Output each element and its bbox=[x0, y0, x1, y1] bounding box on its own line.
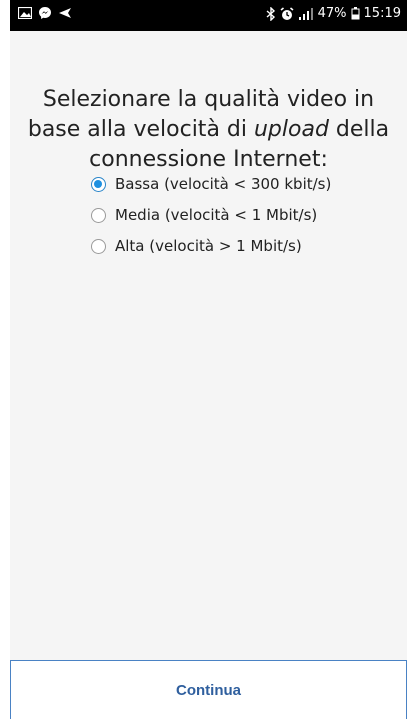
radio-button-low[interactable] bbox=[91, 176, 106, 192]
status-bar: 47% 15:19 bbox=[10, 0, 407, 31]
battery-percent: 47% bbox=[317, 6, 347, 21]
status-bar-right: 47% 15:19 bbox=[266, 6, 401, 21]
messenger-icon bbox=[38, 6, 52, 20]
status-time: 15:19 bbox=[363, 6, 401, 21]
quality-option-low[interactable]: Bassa (velocità < 300 kbit/s) bbox=[91, 174, 331, 194]
bluetooth-icon bbox=[266, 6, 276, 21]
prompt-line-1: Selezionare la qualità video in bbox=[42, 87, 375, 112]
radio-button-high[interactable] bbox=[91, 238, 106, 254]
prompt-line-2: base alla velocità di upload della bbox=[10, 115, 407, 145]
app-screen: 47% 15:19 Selezionare la qualità video i… bbox=[10, 0, 407, 719]
quality-option-medium-label: Media (velocità < 1 Mbit/s) bbox=[115, 206, 318, 224]
prompt-line-3: connessione Internet: bbox=[89, 147, 328, 172]
radio-button-medium[interactable] bbox=[91, 207, 106, 223]
quality-option-high-label: Alta (velocità > 1 Mbit/s) bbox=[115, 237, 302, 255]
video-quality-prompt: Selezionare la qualità video in base all… bbox=[10, 85, 407, 175]
alarm-icon bbox=[280, 6, 294, 21]
continue-button[interactable]: Continua bbox=[10, 660, 407, 719]
status-bar-left bbox=[18, 6, 72, 20]
quality-option-low-label: Bassa (velocità < 300 kbit/s) bbox=[115, 175, 332, 193]
quality-radio-group: Bassa (velocità < 300 kbit/s) Media (vel… bbox=[91, 174, 331, 267]
image-icon bbox=[18, 7, 32, 19]
prompt-upload-emphasis: upload bbox=[253, 117, 329, 142]
quality-option-high[interactable]: Alta (velocità > 1 Mbit/s) bbox=[91, 236, 331, 256]
battery-icon bbox=[351, 7, 360, 20]
signal-icon bbox=[298, 7, 314, 20]
prompt-line-2-start: base alla velocità di bbox=[27, 117, 254, 142]
prompt-line-2-end: della bbox=[328, 117, 390, 142]
navigation-icon bbox=[58, 7, 72, 19]
quality-option-medium[interactable]: Media (velocità < 1 Mbit/s) bbox=[91, 205, 331, 225]
